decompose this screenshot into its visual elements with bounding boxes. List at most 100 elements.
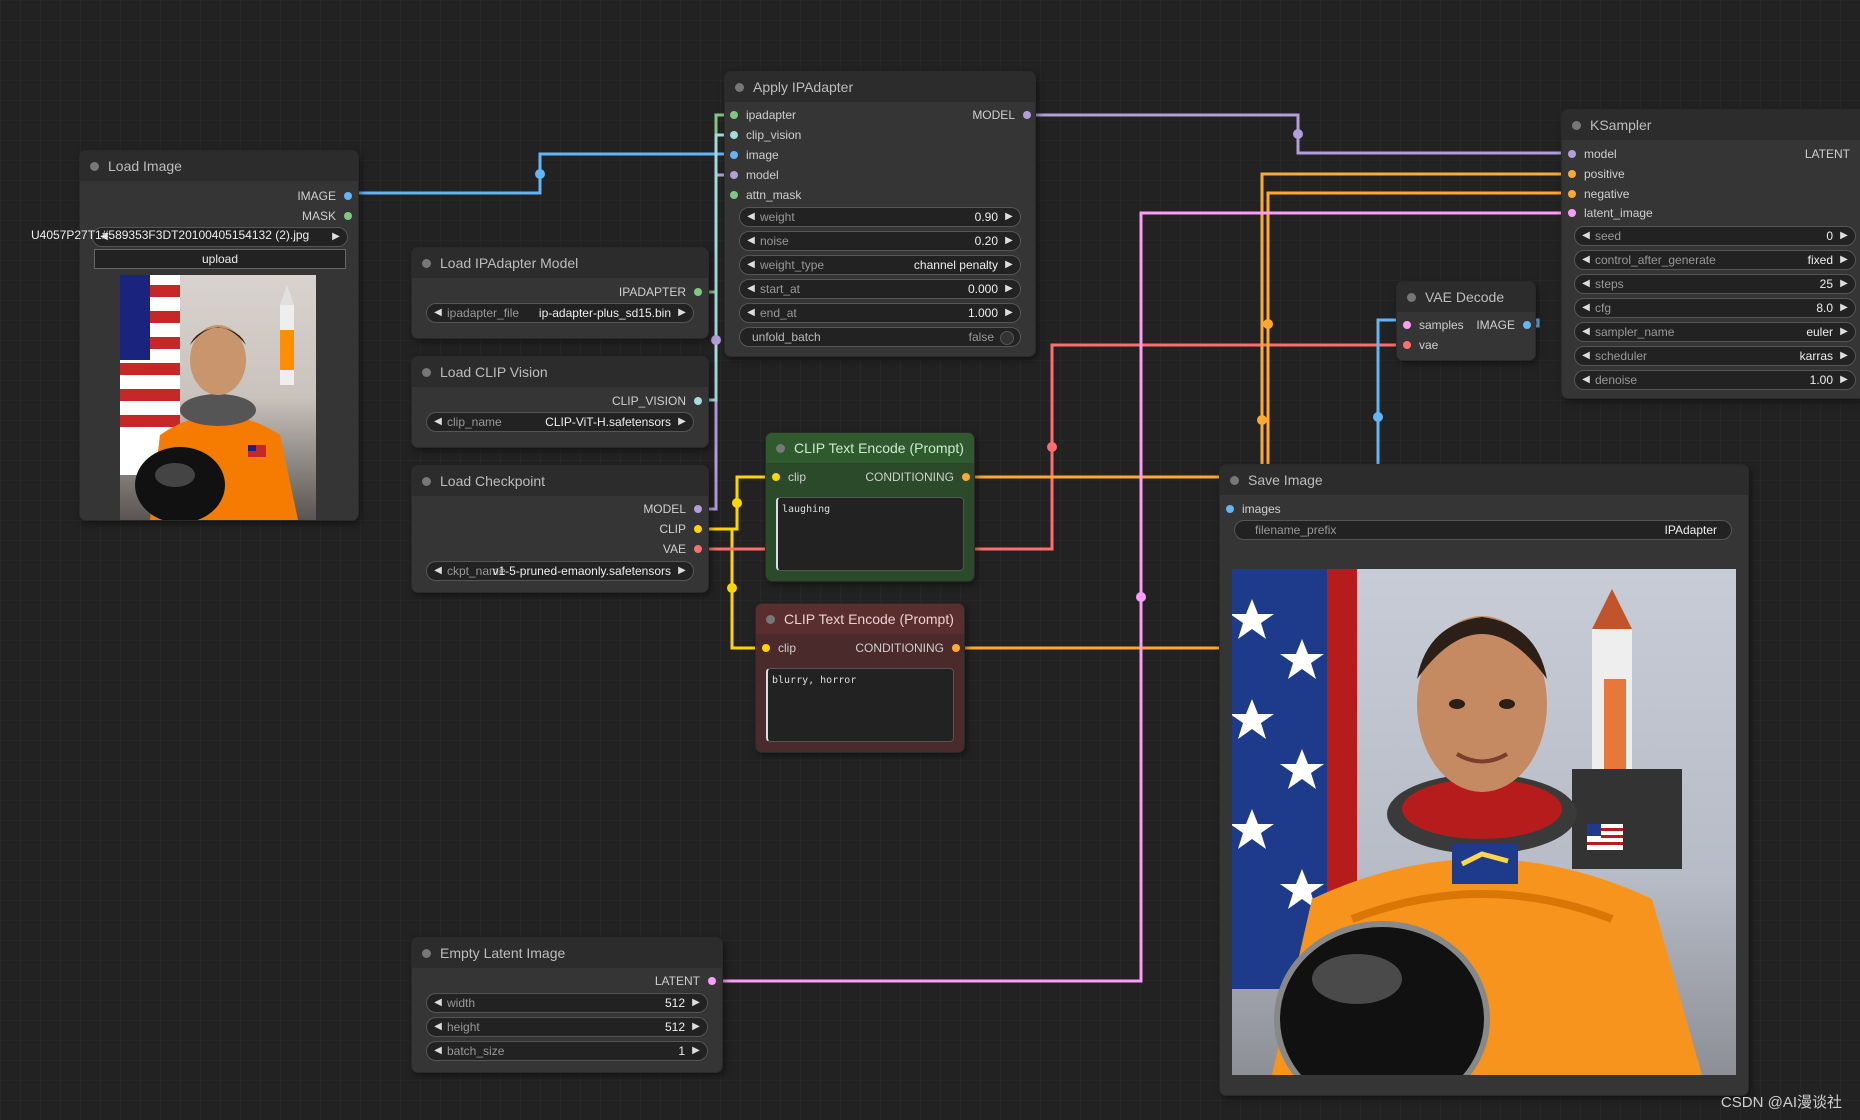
conditioning-pin-icon[interactable] xyxy=(1568,170,1576,178)
output-latent[interactable]: LATENT xyxy=(1805,145,1850,163)
vae-pin-icon[interactable] xyxy=(1403,341,1411,349)
collapse-dot-icon[interactable] xyxy=(422,259,431,268)
unfold-batch-toggle[interactable]: unfold_batch false xyxy=(739,327,1021,347)
input-ipadapter[interactable]: ipadapter xyxy=(730,106,796,124)
collapse-dot-icon[interactable] xyxy=(422,368,431,377)
prompt-text-positive[interactable]: laughing xyxy=(776,497,964,571)
input-image[interactable]: image xyxy=(730,146,779,164)
output-conditioning[interactable]: CONDITIONING xyxy=(855,639,960,657)
input-positive[interactable]: positive xyxy=(1568,165,1625,183)
arrow-left-icon[interactable]: ◀ xyxy=(431,1042,445,1060)
image-pin-icon[interactable] xyxy=(730,151,738,159)
toggle-knob-icon[interactable] xyxy=(1000,331,1014,345)
arrow-right-icon[interactable]: ▶ xyxy=(1837,371,1851,389)
image-pin-icon[interactable] xyxy=(1226,505,1234,513)
clip-pin-icon[interactable] xyxy=(694,525,702,533)
input-attn-mask[interactable]: attn_mask xyxy=(730,186,801,204)
output-ipadapter[interactable]: IPADAPTER xyxy=(619,283,702,301)
model-pin-icon[interactable] xyxy=(730,171,738,179)
output-latent[interactable]: LATENT xyxy=(655,972,716,990)
arrow-right-icon[interactable]: ▶ xyxy=(1002,304,1016,322)
arrow-left-icon[interactable]: ◀ xyxy=(431,562,445,580)
output-conditioning[interactable]: CONDITIONING xyxy=(865,468,970,486)
output-mask[interactable]: MASK xyxy=(302,207,352,225)
arrow-right-icon[interactable]: ▶ xyxy=(1002,208,1016,226)
arrow-right-icon[interactable]: ▶ xyxy=(1837,299,1851,317)
latent-pin-icon[interactable] xyxy=(1568,209,1576,217)
input-model[interactable]: model xyxy=(1568,145,1617,163)
input-negative[interactable]: negative xyxy=(1568,185,1629,203)
clip-pin-icon[interactable] xyxy=(772,473,780,481)
collapse-dot-icon[interactable] xyxy=(766,615,775,624)
arrow-right-icon[interactable]: ▶ xyxy=(1837,323,1851,341)
noise-slider[interactable]: ◀ noise 0.20 ▶ xyxy=(739,231,1021,251)
arrow-right-icon[interactable]: ▶ xyxy=(689,994,703,1012)
load-clip-vision-node[interactable]: Load CLIP Vision CLIP_VISION ◀ clip_name… xyxy=(412,357,708,447)
clip-name-select[interactable]: ◀ clip_name CLIP-ViT-H.safetensors ▶ xyxy=(426,412,694,432)
arrow-right-icon[interactable]: ▶ xyxy=(675,562,689,580)
output-clip[interactable]: CLIP xyxy=(659,520,702,538)
seed-input[interactable]: ◀ seed 0 ▶ xyxy=(1574,226,1856,246)
height-slider[interactable]: ◀ height 512 ▶ xyxy=(426,1017,708,1037)
conditioning-pin-icon[interactable] xyxy=(962,473,970,481)
input-model[interactable]: model xyxy=(730,166,779,184)
arrow-left-icon[interactable]: ◀ xyxy=(1579,227,1593,245)
image-pin-icon[interactable] xyxy=(1523,321,1531,329)
arrow-right-icon[interactable]: ▶ xyxy=(1837,227,1851,245)
mask-pin-icon[interactable] xyxy=(730,191,738,199)
arrow-left-icon[interactable]: ◀ xyxy=(1579,275,1593,293)
ipadapter-pin-icon[interactable] xyxy=(694,288,702,296)
arrow-right-icon[interactable]: ▶ xyxy=(689,1018,703,1036)
arrow-right-icon[interactable]: ▶ xyxy=(1837,275,1851,293)
arrow-left-icon[interactable]: ◀ xyxy=(1579,299,1593,317)
output-model[interactable]: MODEL xyxy=(972,106,1031,124)
clip-text-encode-negative-node[interactable]: CLIP Text Encode (Prompt) clip CONDITION… xyxy=(756,604,964,752)
prompt-text-negative[interactable]: blurry, horror xyxy=(766,668,954,742)
model-pin-icon[interactable] xyxy=(1568,150,1576,158)
vae-decode-node[interactable]: VAE Decode samples vae IMAGE xyxy=(1397,282,1535,360)
input-clip[interactable]: clip xyxy=(772,468,806,486)
collapse-dot-icon[interactable] xyxy=(1230,476,1239,485)
apply-ipadapter-node[interactable]: Apply IPAdapter ipadapter clip_vision im… xyxy=(725,72,1035,356)
collapse-dot-icon[interactable] xyxy=(1407,293,1416,302)
control-after-generate-select[interactable]: ◀ control_after_generate fixed ▶ xyxy=(1574,250,1856,270)
end-at-slider[interactable]: ◀ end_at 1.000 ▶ xyxy=(739,303,1021,323)
filename-prefix-input[interactable]: filename_prefix IPAdapter xyxy=(1234,520,1732,540)
mask-pin-icon[interactable] xyxy=(344,212,352,220)
conditioning-pin-icon[interactable] xyxy=(1568,190,1576,198)
clip-vision-pin-icon[interactable] xyxy=(730,131,738,139)
arrow-right-icon[interactable]: ▶ xyxy=(1837,251,1851,269)
input-clip[interactable]: clip xyxy=(762,639,796,657)
collapse-dot-icon[interactable] xyxy=(422,477,431,486)
arrow-right-icon[interactable]: ▶ xyxy=(1002,232,1016,250)
sampler-name-select[interactable]: ◀ sampler_name euler ▶ xyxy=(1574,322,1856,342)
arrow-right-icon[interactable]: ▶ xyxy=(675,413,689,431)
load-image-node[interactable]: Load Image IMAGE MASK ◀ ▶ U4057P27T1#589… xyxy=(31,151,358,520)
load-checkpoint-node[interactable]: Load Checkpoint MODEL CLIP VAE ◀ ckpt_na… xyxy=(412,466,708,592)
arrow-left-icon[interactable]: ◀ xyxy=(1579,347,1593,365)
clip-pin-icon[interactable] xyxy=(762,644,770,652)
arrow-left-icon[interactable]: ◀ xyxy=(744,256,758,274)
arrow-left-icon[interactable]: ◀ xyxy=(431,304,445,322)
width-slider[interactable]: ◀ width 512 ▶ xyxy=(426,993,708,1013)
arrow-left-icon[interactable]: ◀ xyxy=(744,304,758,322)
arrow-right-icon[interactable]: ▶ xyxy=(329,228,343,246)
arrow-left-icon[interactable]: ◀ xyxy=(744,232,758,250)
arrow-left-icon[interactable]: ◀ xyxy=(744,208,758,226)
start-at-slider[interactable]: ◀ start_at 0.000 ▶ xyxy=(739,279,1021,299)
load-ipadapter-model-node[interactable]: Load IPAdapter Model IPADAPTER ◀ ipadapt… xyxy=(412,248,708,338)
upload-button[interactable]: upload xyxy=(94,249,346,269)
arrow-left-icon[interactable]: ◀ xyxy=(431,1018,445,1036)
input-images[interactable]: images xyxy=(1226,500,1281,518)
arrow-right-icon[interactable]: ▶ xyxy=(1002,256,1016,274)
ipadapter-file-select[interactable]: ◀ ipadapter_file ip-adapter-plus_sd15.bi… xyxy=(426,303,694,323)
vae-pin-icon[interactable] xyxy=(694,545,702,553)
conditioning-pin-icon[interactable] xyxy=(952,644,960,652)
ipadapter-pin-icon[interactable] xyxy=(730,111,738,119)
model-pin-icon[interactable] xyxy=(694,505,702,513)
weight-type-select[interactable]: ◀ weight_type channel penalty ▶ xyxy=(739,255,1021,275)
weight-slider[interactable]: ◀ weight 0.90 ▶ xyxy=(739,207,1021,227)
output-clip-vision[interactable]: CLIP_VISION xyxy=(612,392,702,410)
collapse-dot-icon[interactable] xyxy=(776,444,785,453)
arrow-left-icon[interactable]: ◀ xyxy=(1579,371,1593,389)
